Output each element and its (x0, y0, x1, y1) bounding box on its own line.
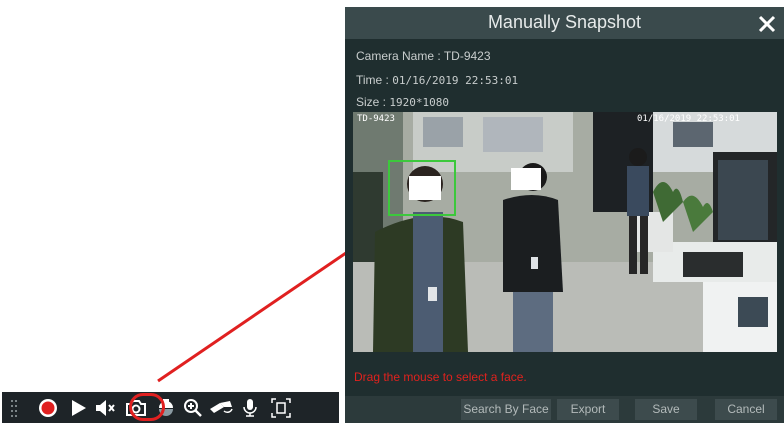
mute-icon[interactable] (92, 394, 119, 421)
manual-snapshot-dialog: Manually Snapshot Camera Name : TD-9423 … (345, 7, 784, 423)
face-detect-icon[interactable] (267, 394, 294, 421)
talk-icon[interactable] (236, 394, 263, 421)
dialog-title: Manually Snapshot (487, 12, 642, 32)
save-button[interactable]: Save (635, 399, 697, 420)
dialog-header: Manually Snapshot (345, 7, 784, 39)
camera-name-label: Camera Name : (356, 49, 441, 63)
grip-icon[interactable] (4, 394, 24, 421)
face-mask-left (409, 176, 441, 200)
dialog-footer: Search By Face Export Save Cancel (345, 396, 784, 423)
close-icon[interactable] (756, 13, 778, 35)
time-row: Time : 01/16/2019 22:53:01 (356, 73, 518, 87)
snapshot-image[interactable]: TD-9423 01/16/2019 22:53:01 (353, 112, 777, 352)
size-row: Size : 1920*1080 (356, 95, 449, 109)
size-label: Size : (356, 95, 387, 109)
live-view-toolbar (2, 392, 339, 423)
zoom-icon[interactable] (179, 394, 206, 421)
cancel-button[interactable]: Cancel (715, 399, 777, 420)
time-label: Time : (356, 73, 389, 87)
overlay-camera-name: TD-9423 (357, 114, 395, 124)
rotate-icon[interactable] (206, 394, 236, 421)
play-icon[interactable] (65, 394, 92, 421)
camera-name-row: Camera Name : TD-9423 (356, 49, 491, 63)
overlay-timestamp: 01/16/2019 22:53:01 (637, 114, 740, 124)
size-value: 1920*1080 (389, 96, 449, 109)
search-by-face-button[interactable]: Search By Face (461, 399, 551, 420)
camera-name-value: TD-9423 (443, 49, 491, 63)
record-icon[interactable] (34, 394, 61, 421)
hint-text: Drag the mouse to select a face. (354, 370, 527, 384)
face-mask-center (511, 168, 541, 190)
export-button[interactable]: Export (557, 399, 619, 420)
time-value: 01/16/2019 22:53:01 (392, 74, 519, 87)
snapshot-highlight-ring (129, 393, 165, 421)
